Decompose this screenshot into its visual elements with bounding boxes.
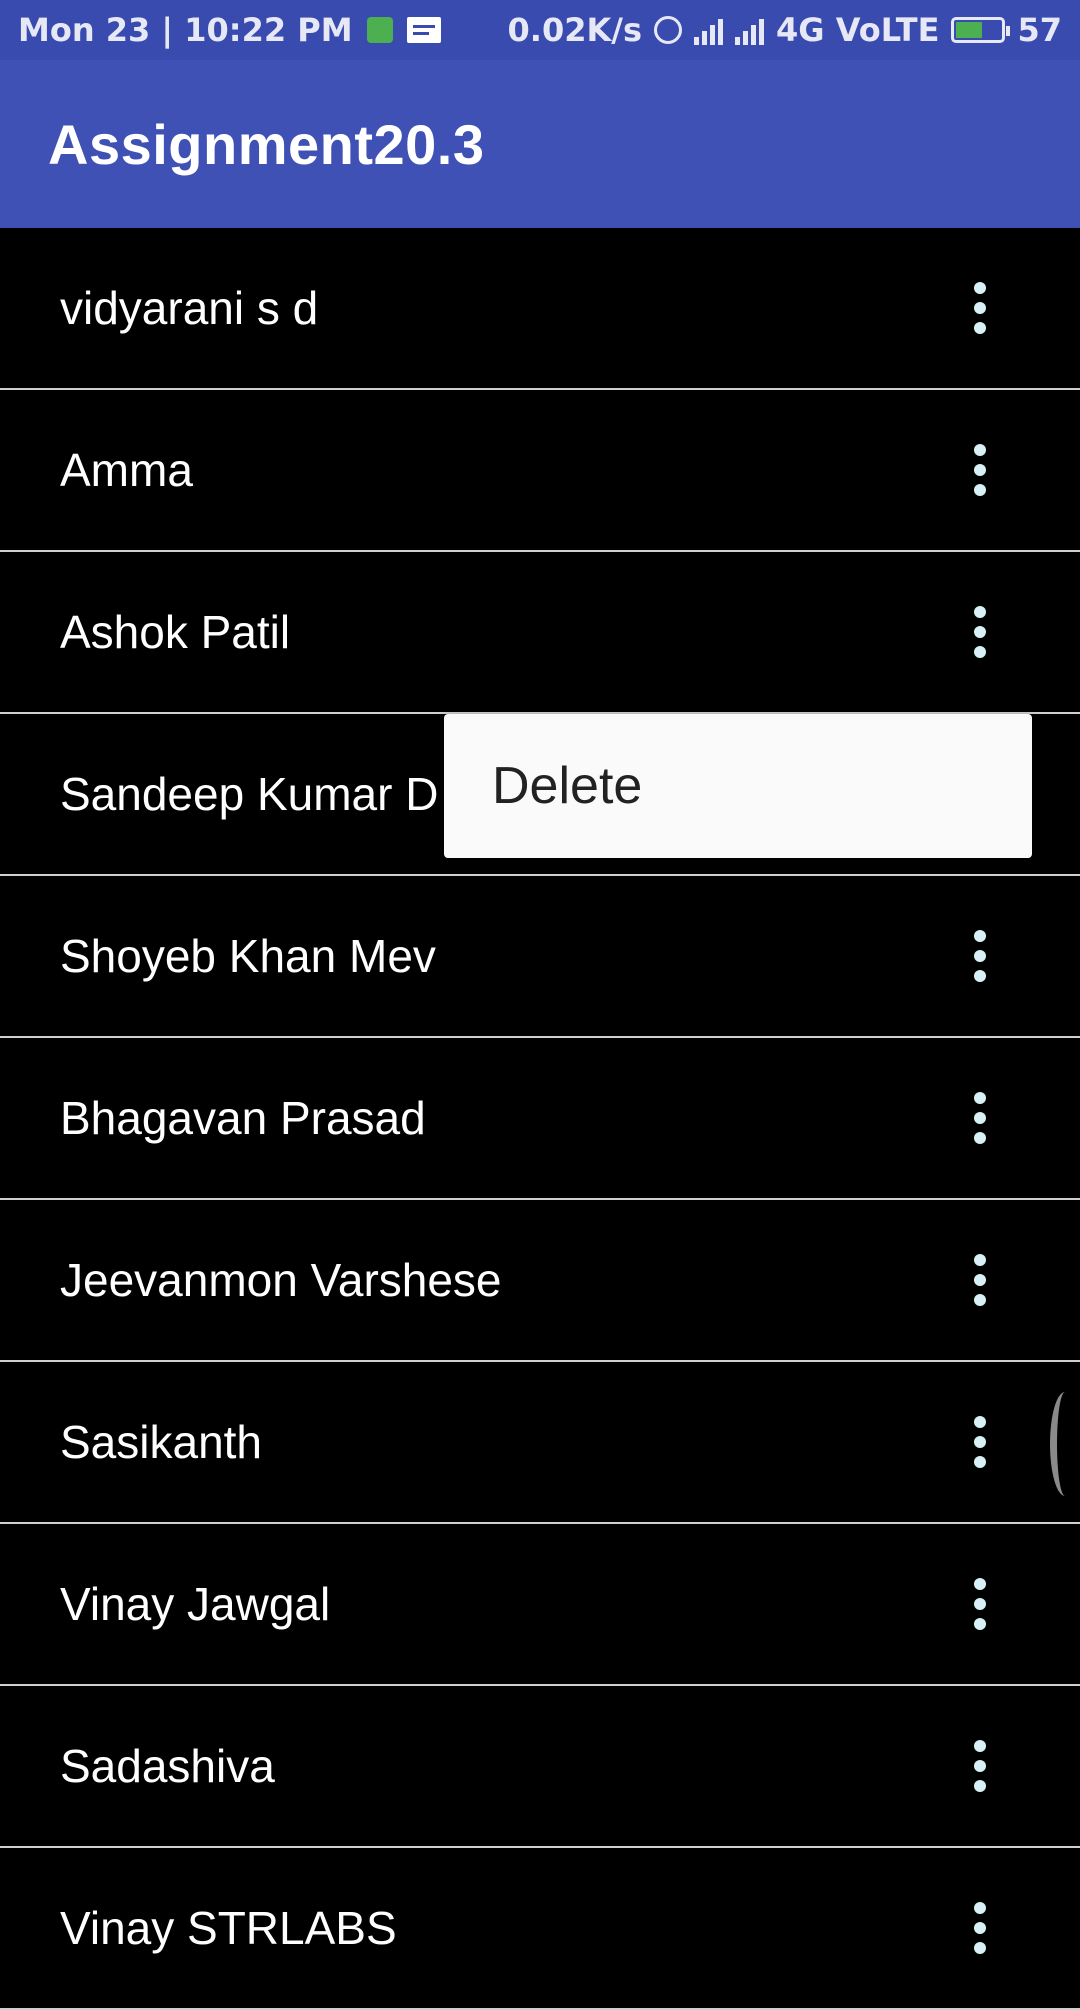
list-item[interactable]: Vinay Jawgal: [0, 1524, 1080, 1686]
signal-icon-2: [735, 15, 765, 45]
overflow-menu-icon[interactable]: [968, 606, 992, 658]
list-item-name: Bhagavan Prasad: [60, 1092, 426, 1144]
signal-icon: [694, 15, 724, 45]
list-item[interactable]: Vinay STRLABS: [0, 1848, 1080, 2010]
list-item-name: Sasikanth: [60, 1416, 263, 1468]
overflow-menu-icon[interactable]: [968, 282, 992, 334]
status-datetime: Mon 23 | 10:22 PM: [18, 11, 353, 49]
delete-menu-item[interactable]: Delete: [492, 756, 642, 816]
overflow-menu-icon[interactable]: [968, 1092, 992, 1144]
list-item-name: Ashok Patil: [60, 606, 291, 658]
list-item[interactable]: Jeevanmon Varshese: [0, 1200, 1080, 1362]
list-item-name: Vinay STRLABS: [60, 1902, 397, 1954]
message-icon: [406, 17, 441, 43]
overflow-menu-icon[interactable]: [968, 930, 992, 982]
list-item[interactable]: Sasikanth: [0, 1362, 1080, 1524]
overflow-menu-icon[interactable]: [968, 1740, 992, 1792]
battery-level: 57: [1017, 11, 1062, 49]
overflow-menu-icon[interactable]: [968, 1416, 992, 1468]
overflow-menu-icon[interactable]: [968, 1254, 992, 1306]
app-bar: Assignment20.3: [0, 60, 1080, 228]
list-item[interactable]: Sadashiva: [0, 1686, 1080, 1848]
net-speed: 0.02K/s: [507, 11, 643, 49]
list-item[interactable]: Amma: [0, 390, 1080, 552]
list-item-name: Jeevanmon Varshese: [60, 1254, 502, 1306]
alarm-icon: [654, 16, 683, 44]
list-item-name: Shoyeb Khan Mev: [60, 930, 436, 982]
overflow-menu-icon[interactable]: [968, 1578, 992, 1630]
list-item[interactable]: vidyarani s d: [0, 228, 1080, 390]
scroll-handle[interactable]: [1050, 1392, 1080, 1496]
overflow-menu-icon[interactable]: [968, 444, 992, 496]
contact-list[interactable]: vidyarani s d Amma Ashok Patil Sandeep K…: [0, 228, 1080, 2010]
battery-icon: [951, 17, 1011, 43]
list-item-name: Vinay Jawgal: [60, 1578, 331, 1630]
network-type: 4G VoLTE: [776, 11, 940, 49]
list-item[interactable]: Shoyeb Khan Mev: [0, 876, 1080, 1038]
popup-menu: Delete: [444, 714, 1032, 858]
page-title: Assignment20.3: [48, 112, 485, 176]
list-item[interactable]: Ashok Patil: [0, 552, 1080, 714]
app-notification-icon: [366, 17, 393, 43]
overflow-menu-icon[interactable]: [968, 1902, 992, 1954]
list-item-name: Sandeep Kumar D: [60, 768, 439, 820]
list-item-name: Sadashiva: [60, 1740, 275, 1792]
list-item[interactable]: Bhagavan Prasad: [0, 1038, 1080, 1200]
list-item-name: Amma: [60, 444, 193, 496]
status-bar: Mon 23 | 10:22 PM 0.02K/s 4G VoLTE 57: [0, 0, 1080, 60]
list-item-name: vidyarani s d: [60, 282, 319, 334]
